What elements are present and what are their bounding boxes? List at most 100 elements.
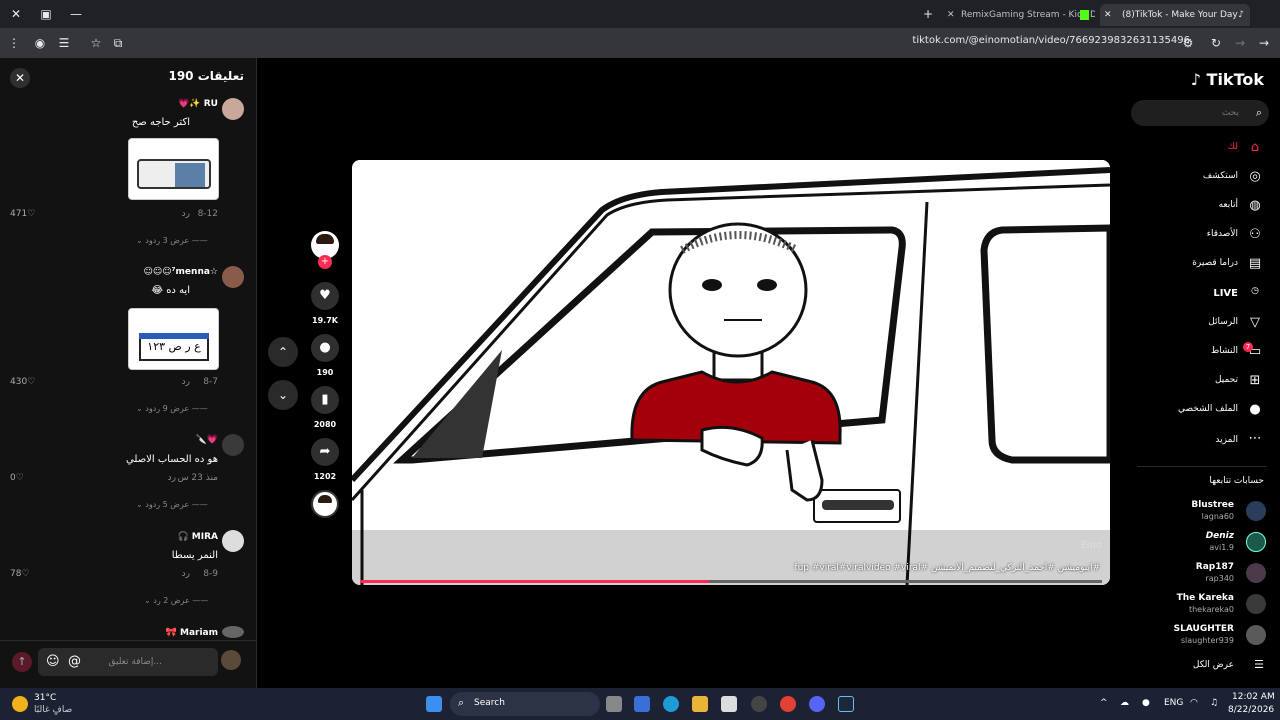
view-replies[interactable]: ⌄ عرض 3 ردود —— [136,236,208,245]
following-icon[interactable]: ◍ [1246,198,1264,213]
discord-icon[interactable] [809,696,825,712]
site-settings-icon[interactable]: ⚙ [1180,35,1196,51]
clock-date[interactable]: 8/22/2026 [1228,705,1274,715]
cloud-icon[interactable]: ☁ [1120,698,1129,708]
address-bar[interactable]: tiktok.com/@einomotian/video/76692398326… [912,35,1190,46]
home-icon[interactable]: ⌂ [1246,140,1264,155]
edge-icon[interactable] [663,696,679,712]
heart-icon[interactable]: ♡ [16,473,24,483]
music-disc-icon[interactable] [311,490,339,518]
tab-remixgaming[interactable]: ✕ RemixGaming Stream - Kick Da [945,4,1095,26]
friends-icon[interactable]: ⚇ [1246,227,1264,242]
profile-icon[interactable]: ● [1246,402,1264,417]
comment-likes[interactable]: 78♡ [10,569,30,579]
upload-icon[interactable]: ⊞ [1246,373,1264,388]
comment-username[interactable]: Mariam 🎀 [166,628,218,638]
sidebar-item-live[interactable]: LIVE [1213,288,1238,299]
widgets-icon[interactable] [634,696,650,712]
see-all-link[interactable]: عرض الكل [1193,660,1234,670]
compass-icon[interactable]: ◎ [1246,169,1264,184]
comment-username[interactable]: 💗🔪 [196,435,218,445]
clock-time[interactable]: 12:02 AM [1232,692,1275,702]
sidebar-item-drama[interactable]: دراما قصيرة [1192,258,1238,268]
following-name[interactable]: Rap187 [1196,562,1234,572]
following-name[interactable]: Blustree [1191,500,1234,510]
sidebar-item-more[interactable]: المزيد [1215,435,1238,445]
sidebar-item-foryou[interactable]: لك [1228,142,1238,152]
avatar[interactable] [1246,625,1266,645]
send-arrow-icon[interactable]: ↑ [12,652,32,672]
avatar[interactable] [1246,594,1266,614]
weather-temp[interactable]: 31°C [34,693,56,703]
reply-link[interactable]: رد [182,569,190,579]
next-video-button[interactable]: ⌄ [268,380,298,410]
heart-icon[interactable]: ♡ [27,209,35,219]
steam-icon[interactable] [838,696,854,712]
bookmark-star-icon[interactable]: ☆ [88,35,104,51]
search-icon[interactable]: ⌕ [1256,106,1262,120]
heart-icon[interactable]: ♡ [27,377,35,387]
reload-icon[interactable]: ↻ [1208,35,1224,51]
store-icon[interactable] [721,696,737,712]
emoji-icon[interactable]: ☺ [46,654,60,669]
comment-likes[interactable]: 430♡ [10,377,35,387]
live-icon[interactable]: ◷ [1246,286,1264,296]
back-icon[interactable]: → [1256,35,1272,51]
reply-link[interactable]: رد [168,473,176,483]
mention-icon[interactable]: @ [68,654,81,669]
task-view-icon[interactable] [606,696,622,712]
follow-plus-icon[interactable]: + [318,255,332,269]
file-explorer-icon[interactable] [692,696,708,712]
heart-icon[interactable]: ♡ [21,569,29,579]
comment-likes[interactable]: 471♡ [10,209,35,219]
video-player[interactable]: Eino #اينوميشن #احمد_التركي_لتصميم_الانم… [352,160,1110,585]
close-icon[interactable]: ✕ [10,68,30,88]
profile-icon[interactable]: ◉ [32,35,48,51]
tiktok-logo[interactable]: ♪ TikTok [1191,70,1264,89]
avatar[interactable] [222,626,244,638]
close-window-icon[interactable]: ✕ [8,6,24,22]
menu-dots-icon[interactable]: ⋮ [6,35,22,51]
share-button[interactable]: ➦ [311,438,339,466]
sidebar-item-profile[interactable]: الملف الشخصي [1178,404,1238,414]
tune-icon[interactable]: ☰ [56,35,72,51]
drama-icon[interactable]: ▤ [1246,256,1264,271]
tab-tiktok[interactable]: ✕ (8)TikTok - Make Your Day ♪ [1100,4,1250,26]
save-button[interactable]: ▮ [311,386,339,414]
tab-close-icon[interactable]: ✕ [947,4,955,26]
window-icon[interactable]: ▣ [38,6,54,22]
tab-close-icon[interactable]: ✕ [1104,4,1112,26]
avatar[interactable] [222,530,244,552]
avatar[interactable] [222,98,244,120]
following-name[interactable]: SLAUGHTER [1174,624,1234,634]
extension-icon[interactable]: ⧉ [110,35,126,51]
sidebar-item-upload[interactable]: تحميل [1215,375,1238,385]
avatar[interactable] [1246,501,1266,521]
comment-username[interactable]: MIRA 🎧 [177,532,218,542]
chevron-up-icon[interactable]: ^ [1100,698,1108,708]
comment-input[interactable]: إضافة تعليق... [38,648,218,676]
weather-desc[interactable]: صافٍ غالبًا [34,705,72,715]
like-button[interactable]: ♥ [311,282,339,310]
following-name[interactable]: The Kareka [1177,593,1234,603]
sidebar-item-following[interactable]: أتابعه [1219,200,1238,210]
new-tab-icon[interactable]: + [920,6,936,22]
minimize-icon[interactable]: — [68,6,84,22]
view-replies[interactable]: ⌄ عرض 9 ردود —— [136,404,208,413]
comment-button[interactable]: ● [311,334,339,362]
language-indicator[interactable]: ENG [1164,698,1183,708]
comment-username[interactable]: ☆⁷menna☺☺☺ [143,267,218,277]
chrome-icon[interactable] [780,696,796,712]
more-icon[interactable]: ⋯ [1246,431,1264,446]
mic-icon[interactable]: ● [1142,698,1150,708]
avatar[interactable] [1246,532,1266,552]
sidebar-item-friends[interactable]: الأصدقاء [1207,229,1238,239]
avatar[interactable] [222,434,244,456]
windows-start-icon[interactable] [426,696,442,712]
send-icon[interactable]: ▽ [1246,315,1264,330]
taskbar-search[interactable]: ⌕ Search [450,692,600,716]
previous-video-button[interactable]: ⌃ [268,337,298,367]
forward-icon[interactable]: → [1232,35,1248,51]
video-progress-bar[interactable] [360,580,1102,583]
view-replies[interactable]: ⌄ عرض 5 ردود —— [136,500,208,509]
